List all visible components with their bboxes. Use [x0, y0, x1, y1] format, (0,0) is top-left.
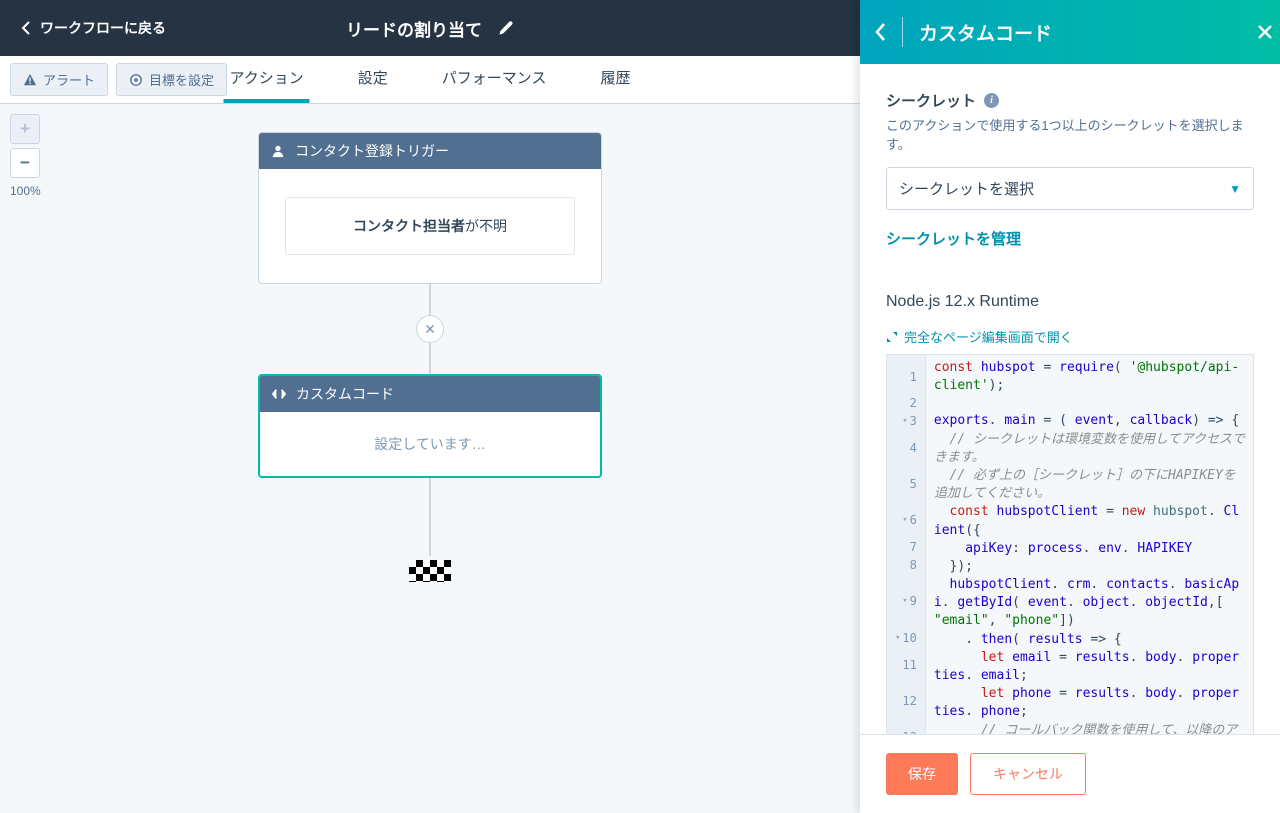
flow-connector	[429, 284, 431, 316]
trigger-condition[interactable]: コンタクト担当者が不明	[285, 197, 575, 255]
back-label: ワークフローに戻る	[40, 18, 166, 38]
chevron-left-icon	[18, 20, 34, 36]
info-icon[interactable]: i	[984, 93, 999, 108]
close-icon	[1256, 23, 1274, 41]
panel-close-button[interactable]	[1250, 0, 1280, 64]
secrets-description: このアクションで使用する1つ以上のシークレットを選択します。	[886, 115, 1254, 153]
runtime-label: Node.js 12.x Runtime	[886, 293, 1254, 311]
flow-connector	[429, 478, 431, 556]
tab-2[interactable]: パフォーマンス	[436, 56, 553, 103]
workflow-header: ワークフローに戻る リードの割り当て	[0, 0, 860, 56]
code-editor[interactable]: 12▾345▾678▾9▾1011121314 const hubspot = …	[886, 354, 1254, 734]
back-to-workflows[interactable]: ワークフローに戻る	[18, 18, 166, 38]
trigger-node[interactable]: コンタクト登録トリガー コンタクト担当者が不明	[258, 132, 602, 284]
remove-action-button[interactable]: ✕	[416, 315, 444, 343]
zoom-level: 100%	[10, 184, 41, 198]
warning-icon	[23, 73, 37, 87]
side-panel: カスタムコード シークレット i このアクションで使用する1つ以上のシークレット…	[860, 0, 1280, 813]
panel-back-button[interactable]	[874, 22, 886, 42]
chevron-left-icon	[874, 22, 886, 42]
secrets-label: シークレット i	[886, 90, 1254, 111]
set-goal-button[interactable]: 目標を設定	[116, 63, 227, 96]
workflow-toolbar: アラート 目標を設定 アクション設定パフォーマンス履歴	[0, 56, 860, 104]
contact-icon	[271, 144, 285, 158]
panel-header: カスタムコード	[860, 0, 1280, 64]
expand-icon	[886, 331, 898, 343]
panel-title: カスタムコード	[919, 19, 1052, 46]
zoom-in-button: +	[10, 114, 40, 144]
tab-1[interactable]: 設定	[352, 56, 394, 103]
chevron-down-icon: ▼	[1229, 182, 1241, 196]
tab-0[interactable]: アクション	[224, 56, 310, 103]
manage-secrets-link[interactable]: シークレットを管理	[886, 228, 1021, 249]
custom-code-node[interactable]: カスタムコード 設定しています…	[258, 374, 602, 478]
alerts-button[interactable]: アラート	[10, 63, 108, 96]
workflow-canvas[interactable]: + − 100% コンタクト登録トリガー コンタクト担当者が不明	[0, 104, 860, 813]
open-full-editor-link[interactable]: 完全なページ編集画面で開く	[886, 327, 1254, 346]
pencil-icon[interactable]	[498, 20, 514, 36]
save-button[interactable]: 保存	[886, 753, 958, 795]
flow-connector	[429, 342, 431, 374]
workflow-title: リードの割り当て	[346, 16, 482, 41]
workflow-tabs: アクション設定パフォーマンス履歴	[224, 56, 637, 103]
finish-flag-icon	[409, 560, 451, 582]
code-icon	[272, 387, 286, 401]
panel-footer: 保存 キャンセル	[860, 734, 1280, 813]
custom-code-title: カスタムコード	[296, 384, 394, 404]
divider	[902, 17, 903, 47]
target-icon	[129, 73, 143, 87]
cancel-button[interactable]: キャンセル	[970, 753, 1086, 795]
trigger-title: コンタクト登録トリガー	[295, 141, 449, 161]
zoom-out-button[interactable]: −	[10, 148, 40, 178]
tab-3[interactable]: 履歴	[594, 56, 636, 103]
custom-code-body: 設定しています…	[260, 412, 600, 476]
secrets-select[interactable]: シークレットを選択 ▼	[886, 167, 1254, 210]
